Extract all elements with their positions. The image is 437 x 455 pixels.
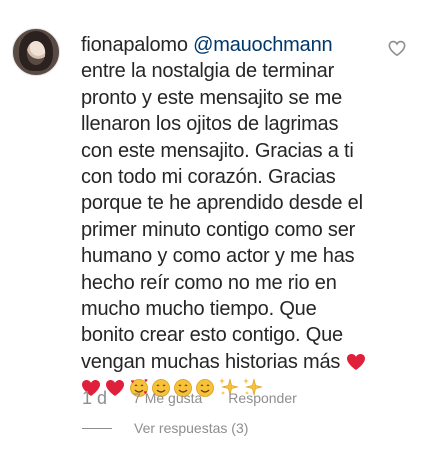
comment-text-line: pronto y este mensajito se me: [81, 86, 342, 109]
comment-text-line: primer minuto contigo como ser: [81, 218, 356, 241]
comment-header-line: fionapalomo @mauochmann: [81, 32, 381, 58]
timestamp[interactable]: 1 d: [82, 388, 107, 409]
comment-text-line: llenaron los ojitos de lagrimas: [81, 113, 339, 136]
heart-outline-icon[interactable]: [388, 40, 406, 57]
comment-text-line: bonito crear esto contigo. Que: [81, 324, 343, 347]
comment-text-line: mucho mucho tiempo. Que: [81, 298, 317, 321]
reply-button[interactable]: Responder: [228, 390, 297, 406]
comment-text-line: con este mensajito. Gracias a ti: [81, 139, 354, 162]
comment-body: fionapalomo @mauochmann entre la nostalg…: [81, 32, 381, 401]
likes-count-button[interactable]: 7 Me gusta: [133, 390, 202, 406]
comment: fionapalomo @mauochmann entre la nostalg…: [0, 0, 437, 455]
red-heart-icon: [346, 353, 365, 370]
replies-divider-line: [82, 427, 112, 429]
username[interactable]: fionapalomo: [81, 34, 188, 56]
comment-text-line: con todo mi corazón. Gracias: [81, 166, 336, 189]
comment-text-line: hecho reír como no me rio en: [81, 271, 337, 294]
comment-text-line: porque te he aprendido desde el: [81, 192, 363, 215]
view-replies-button[interactable]: Ver respuestas (3): [82, 420, 248, 436]
view-replies-label: Ver respuestas (3): [134, 420, 249, 436]
mention-link[interactable]: @mauochmann: [193, 34, 332, 56]
avatar[interactable]: [12, 28, 60, 76]
avatar-hair: [19, 31, 53, 71]
comment-text-line: entre la nostalgia de terminar: [81, 60, 335, 83]
comment-meta: 1 d 7 Me gusta Responder: [82, 386, 297, 410]
comment-text-line-last: vengan muchas historias más: [81, 349, 381, 375]
comment-last-text: vengan muchas historias más: [81, 350, 341, 373]
comment-text-line: humano y como actor y me has: [81, 245, 355, 268]
